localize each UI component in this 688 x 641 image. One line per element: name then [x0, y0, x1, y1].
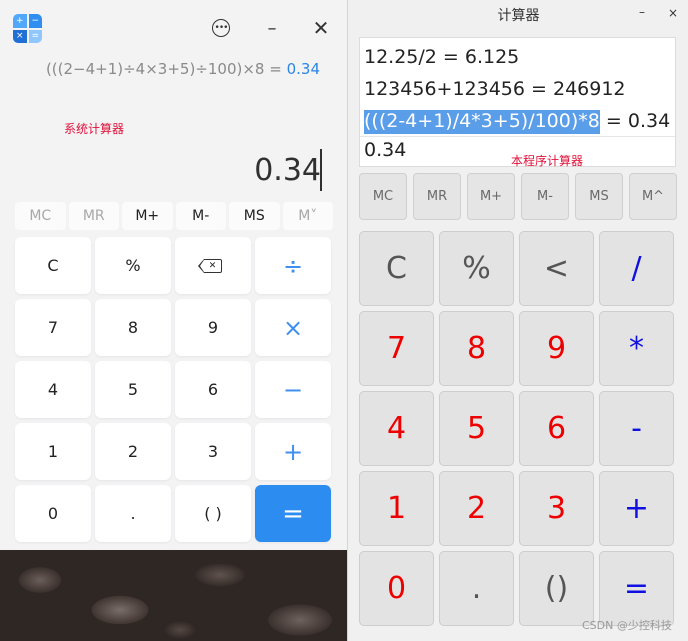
digit-4-button[interactable]: 4 — [359, 391, 434, 466]
history-display[interactable]: 12.25/2 = 6.125 123456+123456 = 246912 (… — [359, 37, 676, 168]
decimal-button[interactable]: . — [95, 485, 171, 542]
keypad: C % ✕ ÷ 7 8 9 × 4 5 6 − 1 2 3 + 0 . ( ) … — [15, 237, 333, 542]
multiply-button[interactable]: * — [599, 311, 674, 386]
memory-m-button[interactable]: M- — [521, 173, 569, 220]
digit-0-button[interactable]: 0 — [15, 485, 91, 542]
memory-mr-button[interactable]: MR — [68, 202, 119, 230]
memory-m-button[interactable]: M- — [175, 202, 226, 230]
backspace-button[interactable]: < — [519, 231, 594, 306]
subtract-button[interactable]: − — [255, 361, 331, 418]
expression-result: 0.34 — [286, 60, 320, 78]
digit-4-button[interactable]: 4 — [15, 361, 91, 418]
digit-8-button[interactable]: 8 — [95, 299, 171, 356]
plus-icon: + — [13, 14, 27, 28]
add-button[interactable]: + — [599, 471, 674, 546]
expression-result: = 0.34 — [599, 110, 671, 132]
minimize-button[interactable]: – — [639, 5, 645, 19]
digit-2-button[interactable]: 2 — [95, 423, 171, 480]
digit-3-button[interactable]: 3 — [519, 471, 594, 546]
text-cursor — [320, 149, 322, 191]
memory-ms-button[interactable]: MS — [229, 202, 280, 230]
backspace-button[interactable]: ✕ — [175, 237, 251, 294]
memory-m-button[interactable]: M^ — [629, 173, 677, 220]
digit-9-button[interactable]: 9 — [175, 299, 251, 356]
divide-button[interactable]: ÷ — [255, 237, 331, 294]
divide-button[interactable]: / — [599, 231, 674, 306]
digit-6-button[interactable]: 6 — [175, 361, 251, 418]
window-title: 计算器 — [497, 8, 540, 24]
minus-icon: − — [28, 14, 42, 28]
equals-button[interactable]: = — [255, 485, 331, 542]
divider — [360, 136, 675, 137]
subtract-button[interactable]: - — [599, 391, 674, 466]
titlebar: + − × = ••• – ✕ — [0, 0, 347, 56]
custom-calculator-window: 计算器 – × 12.25/2 = 6.125 123456+123456 = … — [347, 0, 688, 641]
equals-button[interactable]: = — [599, 551, 674, 626]
history-line: (((2-4+1)/4*3+5)/100)*8 = 0.34 — [364, 110, 671, 134]
watermark: CSDN @少控科技 — [582, 619, 672, 632]
desktop-wallpaper — [0, 550, 350, 641]
memory-mc-button[interactable]: MC — [359, 173, 407, 220]
selected-expression: (((2-4+1)/4*3+5)/100)*8 — [364, 110, 600, 134]
minimize-button[interactable]: – — [258, 14, 286, 42]
system-calculator-window: + − × = ••• – ✕ (((2−4+1)÷4×3+5)÷100)×8 … — [0, 0, 347, 550]
equals-icon: = — [28, 29, 42, 43]
memory-row: MC MR M+ M- MS M^ — [359, 173, 677, 220]
digit-5-button[interactable]: 5 — [439, 391, 514, 466]
digit-7-button[interactable]: 7 — [359, 311, 434, 386]
backspace-icon: ✕ — [198, 258, 222, 273]
calculator-app-icon: + − × = — [13, 14, 42, 43]
memory-m-button[interactable]: M+ — [122, 202, 173, 230]
memory-row: MC MR M+ M- MS M˅ — [15, 202, 333, 230]
annotation-label: 本程序计算器 — [511, 154, 584, 168]
parentheses-button[interactable]: () — [519, 551, 594, 626]
expression-display: (((2−4+1)÷4×3+5)÷100)×8 = 0.34 — [0, 60, 320, 78]
close-button[interactable]: × — [668, 6, 678, 20]
digit-0-button[interactable]: 0 — [359, 551, 434, 626]
main-display: 0.34 — [254, 153, 321, 188]
result-display: 0.34 — [364, 139, 407, 161]
memory-mr-button[interactable]: MR — [413, 173, 461, 220]
menu-button[interactable]: ••• — [207, 14, 235, 42]
digit-2-button[interactable]: 2 — [439, 471, 514, 546]
history-line: 12.25/2 = 6.125 — [364, 46, 520, 68]
percent-button[interactable]: % — [95, 237, 171, 294]
multiply-button[interactable]: × — [255, 299, 331, 356]
digit-3-button[interactable]: 3 — [175, 423, 251, 480]
digit-6-button[interactable]: 6 — [519, 391, 594, 466]
clear-button[interactable]: C — [359, 231, 434, 306]
annotation-label: 系统计算器 — [64, 122, 125, 136]
digit-1-button[interactable]: 1 — [359, 471, 434, 546]
memory-mc-button[interactable]: MC — [15, 202, 66, 230]
decimal-button[interactable]: . — [439, 551, 514, 626]
digit-9-button[interactable]: 9 — [519, 311, 594, 386]
digit-5-button[interactable]: 5 — [95, 361, 171, 418]
close-button[interactable]: ✕ — [307, 14, 335, 42]
digit-7-button[interactable]: 7 — [15, 299, 91, 356]
clear-button[interactable]: C — [15, 237, 91, 294]
memory-m-button[interactable]: M+ — [467, 173, 515, 220]
digit-8-button[interactable]: 8 — [439, 311, 514, 386]
expression-text: (((2−4+1)÷4×3+5)÷100)×8 = — [45, 60, 282, 78]
memory-ms-button[interactable]: MS — [575, 173, 623, 220]
parentheses-button[interactable]: ( ) — [175, 485, 251, 542]
percent-button[interactable]: % — [439, 231, 514, 306]
digit-1-button[interactable]: 1 — [15, 423, 91, 480]
add-button[interactable]: + — [255, 423, 331, 480]
more-icon: ••• — [212, 19, 230, 37]
times-icon: × — [13, 29, 27, 43]
keypad: C% </ 7 8 9 * 4 5 6- 1 2 3 +0.() = — [359, 231, 677, 626]
history-line: 123456+123456 = 246912 — [364, 78, 626, 100]
memory-m-button[interactable]: M˅ — [282, 202, 333, 230]
